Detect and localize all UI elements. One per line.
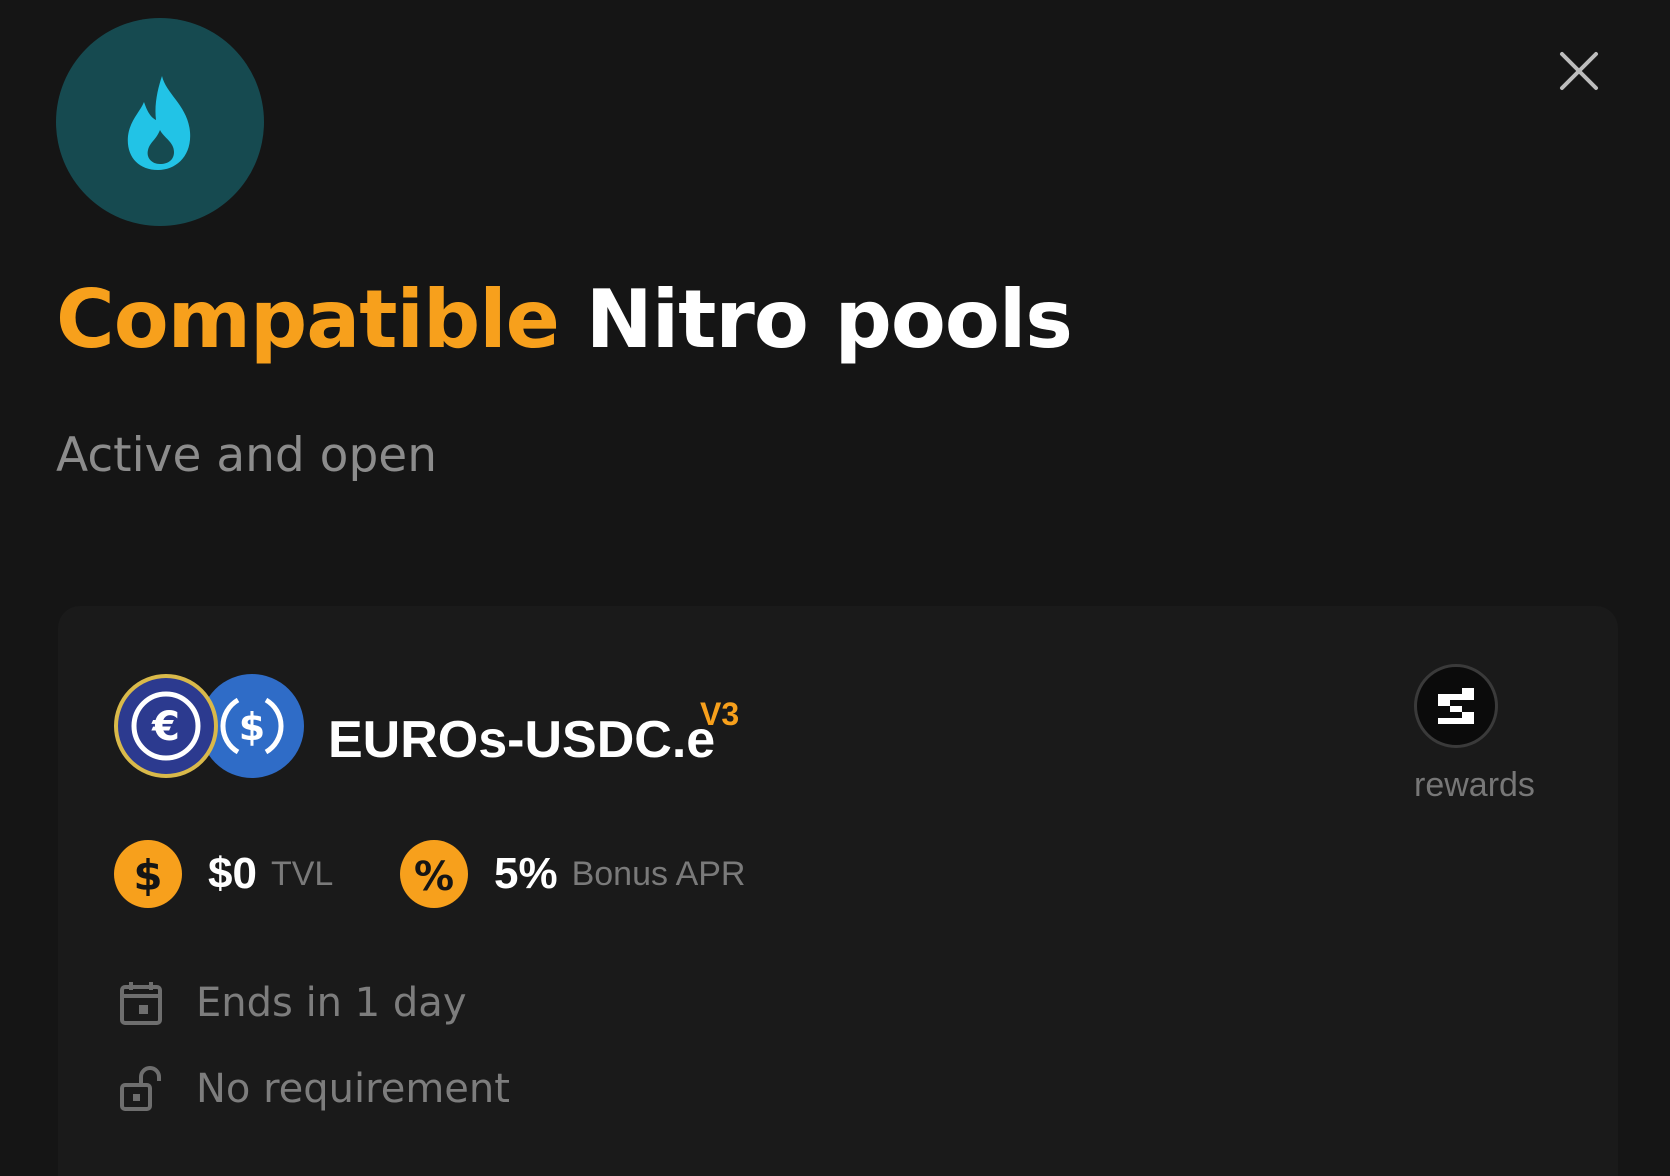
unlock-icon xyxy=(116,1064,166,1114)
svg-text:$: $ xyxy=(133,851,162,898)
percent-icon: % xyxy=(400,840,468,908)
reward-token-icon xyxy=(1414,664,1498,748)
requirement-text: No requirement xyxy=(196,1066,510,1112)
apr-value: 5% xyxy=(494,849,558,898)
pair-name: EUROs-USDC.e xyxy=(328,711,716,769)
page-title: Compatible Nitro pools xyxy=(56,280,1073,360)
end-date-text: Ends in 1 day xyxy=(196,980,467,1026)
tvl-stat: $ $0 TVL xyxy=(114,840,333,908)
flame-badge xyxy=(56,18,264,226)
euros-token-icon: € xyxy=(114,674,218,778)
close-icon xyxy=(1560,52,1598,90)
pair-logos: € $ xyxy=(114,674,304,784)
close-button[interactable] xyxy=(1552,44,1606,98)
svg-text:€: € xyxy=(151,704,180,750)
rewards-label: rewards xyxy=(1414,766,1535,804)
title-main: Nitro pools xyxy=(585,273,1073,366)
apr-label: Bonus APR xyxy=(571,854,746,893)
svg-text:%: % xyxy=(414,854,454,898)
end-date-row: Ends in 1 day xyxy=(116,978,467,1028)
page-subtitle: Active and open xyxy=(56,428,437,483)
tvl-value: $0 xyxy=(208,849,257,898)
nitro-pools-modal: Compatible Nitro pools Active and open €… xyxy=(0,0,1670,1176)
requirement-row: No requirement xyxy=(116,1064,510,1114)
svg-text:$: $ xyxy=(239,705,265,749)
dollar-icon: $ xyxy=(114,840,182,908)
version-badge: V3 xyxy=(700,696,740,732)
nitro-pool-card[interactable]: € $ EUROs-USDC.e V3 rewards $ $0 TVL % 5… xyxy=(58,606,1618,1176)
apr-stat: % 5% Bonus APR xyxy=(400,840,745,908)
flame-icon xyxy=(127,76,191,170)
calendar-icon xyxy=(116,978,166,1028)
title-accent: Compatible xyxy=(56,273,560,366)
tvl-label: TVL xyxy=(270,854,334,893)
